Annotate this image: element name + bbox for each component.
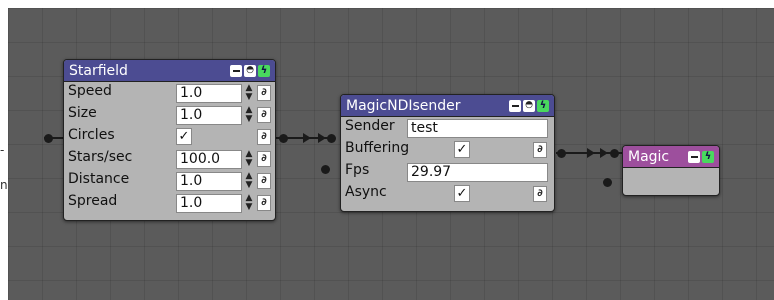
minimize-icon[interactable] (509, 99, 521, 112)
spinner-arrows-icon[interactable]: ▲ ▼ (244, 84, 254, 102)
spread-input[interactable]: 1.0 (176, 194, 242, 213)
param-label: Sender (345, 118, 395, 134)
stars-per-sec-input[interactable]: 100.0 (176, 150, 242, 169)
param-row-spread: Spread 1.0 ▲ ▼ ∂ (64, 192, 275, 214)
ndisender-node-header[interactable]: MagicNDIsender ◓ ϟ (341, 95, 554, 117)
param-row-circles: Circles ✓ ∂ (64, 126, 275, 148)
param-row-buffering: Buffering ✓ ∂ (341, 139, 554, 161)
spinner-arrows-icon[interactable]: ▲ ▼ (244, 106, 254, 124)
param-label: Async (345, 184, 387, 200)
param-row-fps: Fps 29.97 (341, 161, 554, 183)
magic-input-port[interactable] (610, 149, 619, 158)
fps-input[interactable]: 29.97 (407, 163, 548, 182)
param-row-distance: Distance 1.0 ▲ ▼ ∂ (64, 170, 275, 192)
wire-arrow-icon (600, 148, 608, 158)
speed-input[interactable]: 1.0 (176, 84, 242, 103)
link-icon[interactable]: ∂ (257, 173, 271, 189)
param-row-speed: Speed 1.0 ▲ ▼ ∂ (64, 82, 275, 104)
param-row-size: Size 1.0 ▲ ▼ ∂ (64, 104, 275, 126)
param-label: Size (68, 105, 97, 121)
link-icon[interactable]: ∂ (257, 195, 271, 211)
spinner-arrows-icon[interactable]: ▲ ▼ (244, 172, 254, 190)
starfield-input-port[interactable] (44, 134, 53, 143)
wire-arrow-icon (318, 133, 326, 143)
circles-checkbox[interactable]: ✓ (176, 128, 192, 145)
param-label: Circles (68, 127, 115, 143)
param-row-async: Async ✓ ∂ (341, 183, 554, 205)
size-input[interactable]: 1.0 (176, 106, 242, 125)
spinner-arrows-icon[interactable]: ▲ ▼ (244, 150, 254, 168)
wire-arrow-icon (587, 148, 595, 158)
async-checkbox[interactable]: ✓ (454, 185, 470, 202)
starfield-node[interactable]: Starfield ◓ ϟ Speed 1.0 ▲ ▼ ∂ Size 1.0 ▲ ▼… (63, 59, 276, 221)
bolt-icon[interactable]: ϟ (702, 150, 714, 163)
param-row-sender: Sender test (341, 117, 554, 139)
magic-node-header[interactable]: Magic ϟ (623, 146, 719, 168)
param-label: Distance (68, 171, 130, 187)
buffering-checkbox[interactable]: ✓ (454, 141, 470, 158)
param-label: Buffering (345, 140, 410, 156)
param-label: Spread (68, 193, 118, 209)
wire-arrow-icon (303, 133, 311, 143)
sender-input[interactable]: test (407, 119, 548, 138)
node-title: Magic (628, 148, 670, 165)
link-icon[interactable]: ∂ (257, 107, 271, 123)
bolt-icon[interactable]: ϟ (537, 99, 549, 112)
ndisender-input-port[interactable] (321, 165, 330, 174)
link-icon[interactable]: ∂ (533, 186, 547, 202)
magic-ndi-sender-node[interactable]: MagicNDIsender ◓ ϟ Sender test Buffering… (340, 94, 555, 212)
bolt-icon[interactable]: ϟ (258, 64, 270, 77)
magic-node[interactable]: Magic ϟ (622, 145, 720, 196)
eye-icon[interactable]: ◓ (523, 99, 535, 112)
param-row-stars-per-sec: Stars/sec 100.0 ▲ ▼ ∂ (64, 148, 275, 170)
spinner-arrows-icon[interactable]: ▲ ▼ (244, 194, 254, 212)
param-label: Stars/sec (68, 149, 133, 165)
distance-input[interactable]: 1.0 (176, 172, 242, 191)
node-title: Starfield (69, 62, 128, 79)
link-icon[interactable]: ∂ (257, 85, 271, 101)
param-label: Speed (68, 83, 112, 99)
minimize-icon[interactable] (688, 150, 700, 163)
eye-icon[interactable]: ◓ (244, 64, 256, 77)
starfield-output-port[interactable] (279, 134, 288, 143)
ndisender-input-port[interactable] (327, 134, 336, 143)
node-title: MagicNDIsender (346, 97, 461, 114)
magic-input-port[interactable] (603, 178, 612, 187)
link-icon[interactable]: ∂ (257, 129, 271, 145)
link-icon[interactable]: ∂ (257, 151, 271, 167)
ndisender-output-port[interactable] (557, 149, 566, 158)
param-label: Fps (345, 162, 370, 178)
starfield-node-header[interactable]: Starfield ◓ ϟ (64, 60, 275, 82)
minimize-icon[interactable] (230, 64, 242, 77)
link-icon[interactable]: ∂ (533, 142, 547, 158)
